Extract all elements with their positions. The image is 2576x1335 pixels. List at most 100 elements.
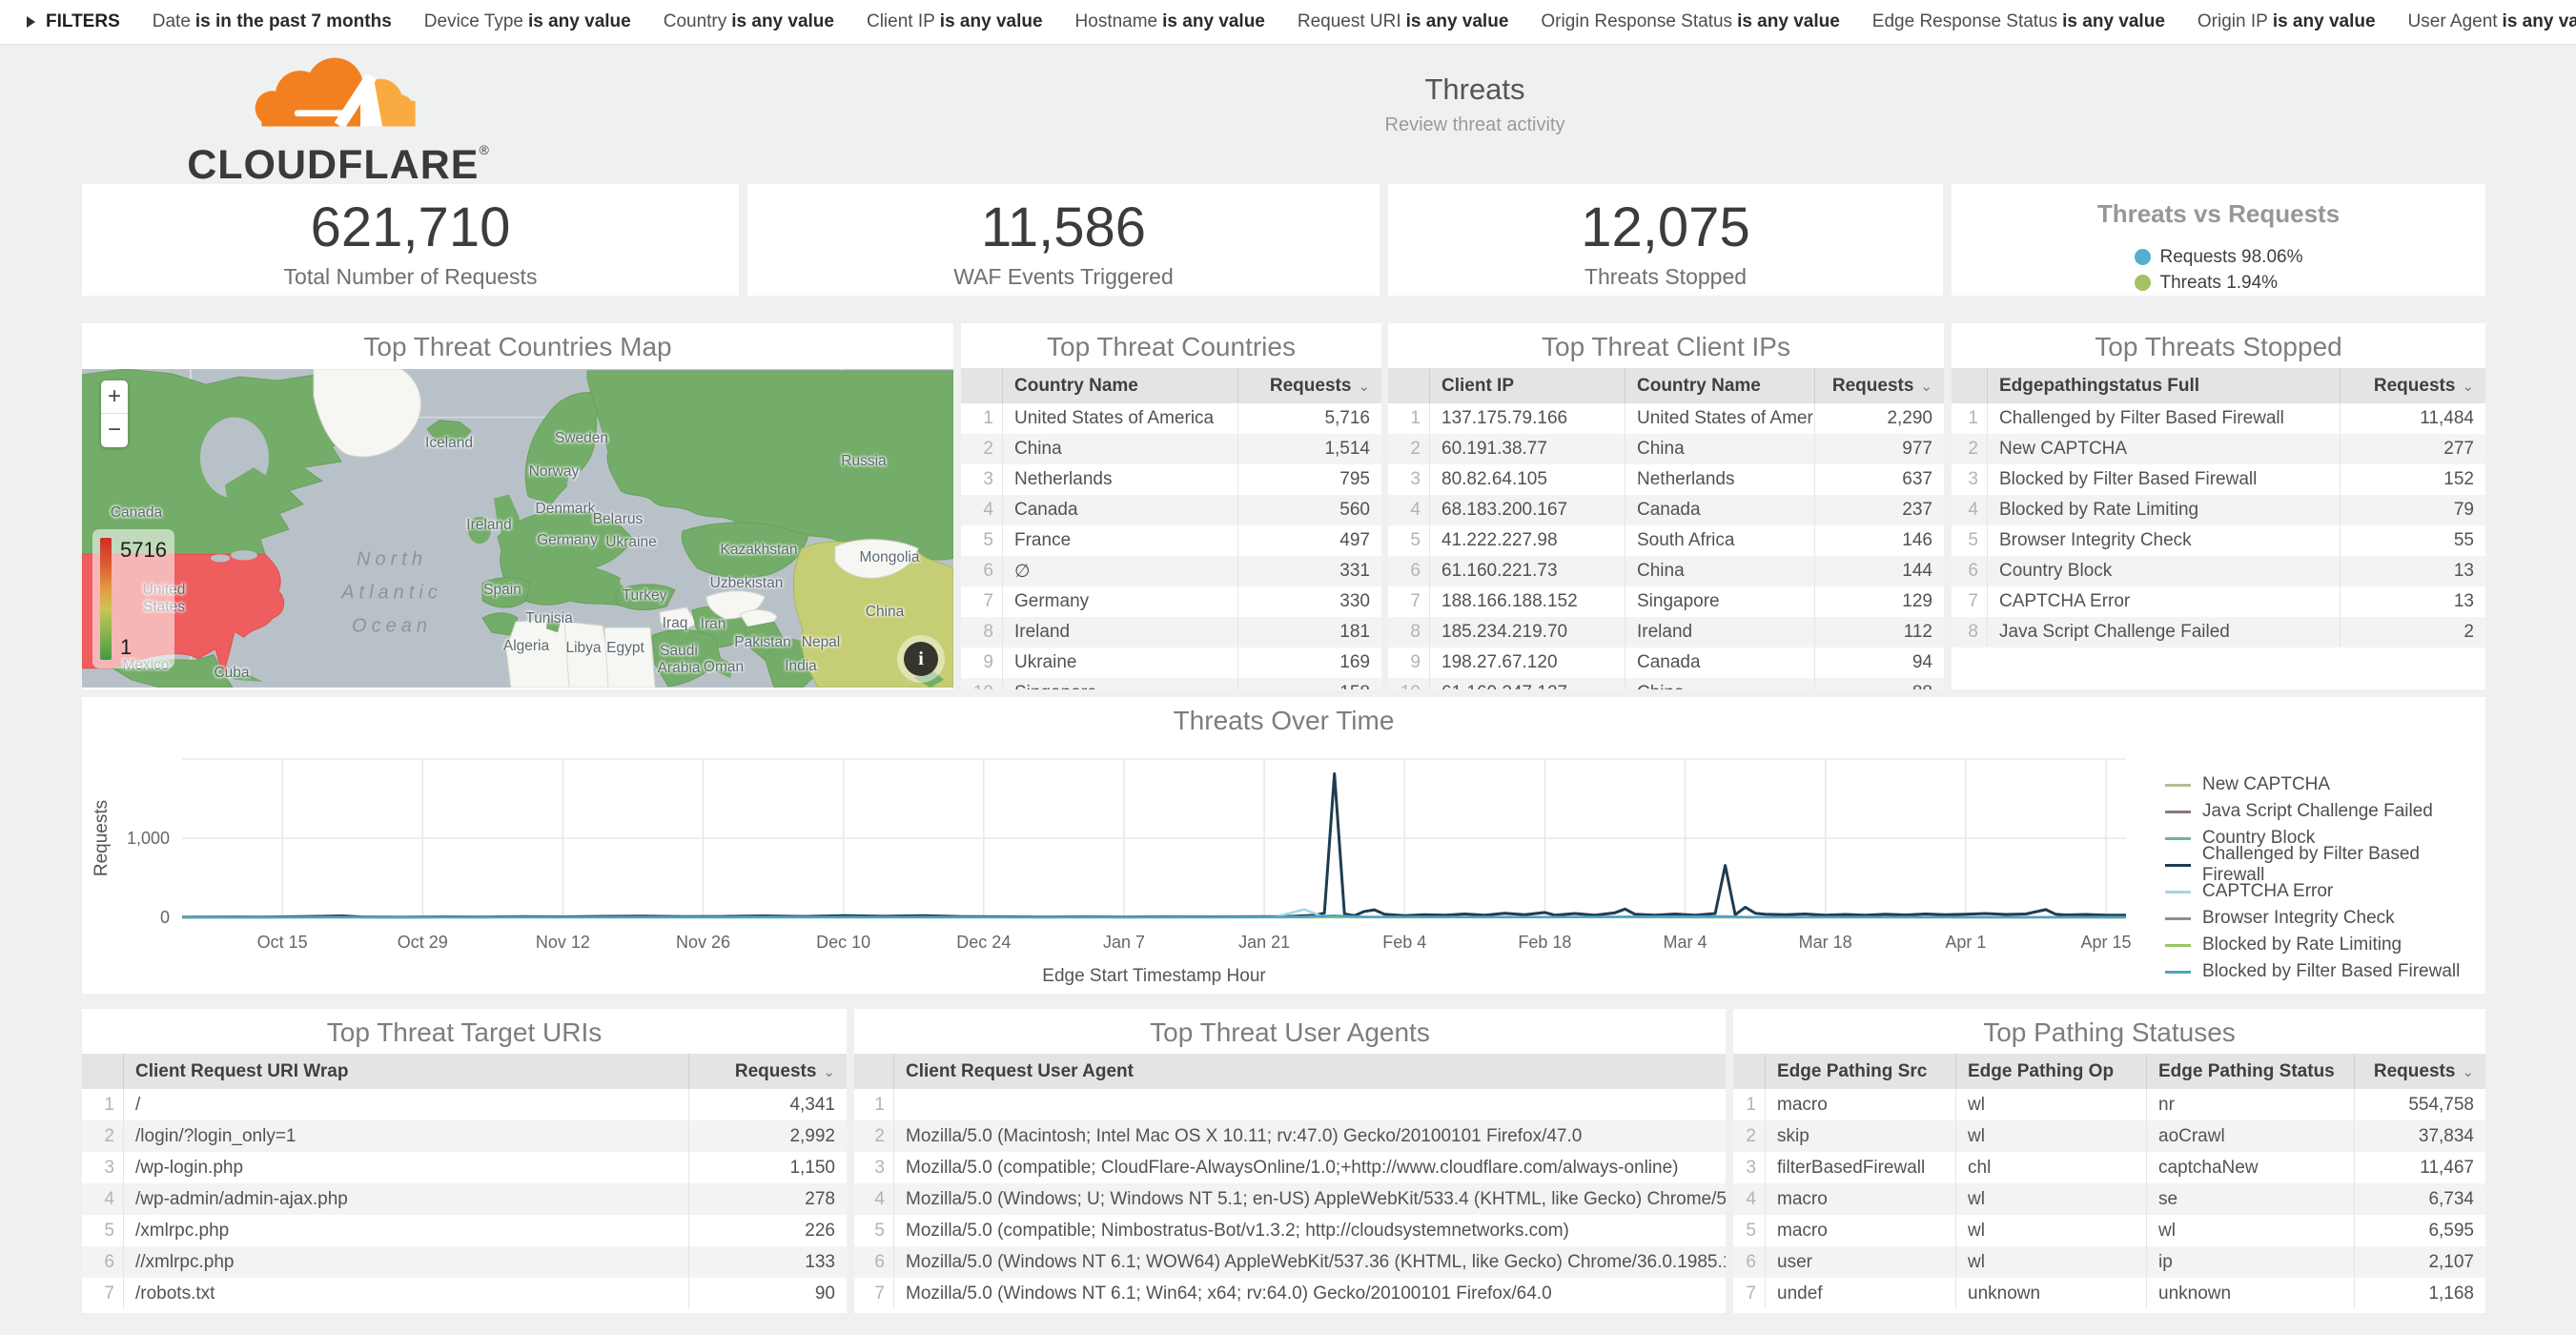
column-header[interactable]: Client Request User Agent [894, 1054, 1726, 1089]
table-row[interactable]: 3Blocked by Filter Based Firewall152 [1952, 464, 2485, 495]
column-header[interactable]: Country Name [1003, 368, 1238, 403]
table-cell: Browser Integrity Check [1988, 525, 2341, 556]
legend-line-icon [2165, 971, 2191, 974]
table-row[interactable]: 5Browser Integrity Check55 [1952, 525, 2485, 556]
filter-chip[interactable]: Countryis any value [664, 11, 834, 32]
column-header[interactable]: Requests⌄ [2355, 1054, 2485, 1089]
filter-chip[interactable]: Edge Response Statusis any value [1872, 11, 2165, 32]
table-row[interactable]: 1United States of America5,716 [961, 403, 1381, 434]
table-row[interactable]: 8185.234.219.70Ireland112 [1388, 617, 1944, 647]
table-row[interactable]: 468.183.200.167Canada237 [1388, 495, 1944, 525]
column-header[interactable]: Country Name [1625, 368, 1815, 403]
chart-legend-item[interactable]: Java Script Challenge Failed [2165, 798, 2485, 825]
table-row[interactable]: 3Netherlands795 [961, 464, 1381, 495]
table-row[interactable]: 5macrowlwl6,595 [1733, 1215, 2485, 1246]
column-header[interactable]: Edge Pathing Op [1956, 1054, 2147, 1089]
table-row[interactable]: 7Mozilla/5.0 (Windows NT 6.1; Win64; x64… [854, 1278, 1726, 1309]
map-zoom-in-button[interactable]: + [101, 380, 128, 414]
map-info-button[interactable]: i [904, 642, 938, 676]
table-row[interactable]: 6Mozilla/5.0 (Windows NT 6.1; WOW64) App… [854, 1246, 1726, 1278]
table-row[interactable]: 3/wp-login.php1,150 [82, 1152, 847, 1183]
column-header[interactable]: Edgepathingstatus Full [1988, 368, 2341, 403]
world-map-canvas[interactable] [82, 369, 953, 688]
table-row[interactable]: 1Challenged by Filter Based Firewall11,4… [1952, 403, 2485, 434]
chart-legend-item[interactable]: Blocked by Rate Limiting [2165, 932, 2485, 958]
table-row[interactable]: 7/robots.txt90 [82, 1278, 847, 1309]
table-row[interactable]: 8Java Script Challenge Failed2 [1952, 617, 2485, 647]
table-row[interactable]: 5Mozilla/5.0 (compatible; Nimbostratus-B… [854, 1215, 1726, 1246]
filter-chip[interactable]: Hostnameis any value [1075, 11, 1265, 32]
table-row[interactable]: 260.191.38.77China977 [1388, 434, 1944, 464]
column-header[interactable]: Edge Pathing Src [1766, 1054, 1956, 1089]
filters-toggle[interactable]: FILTERS [27, 11, 120, 32]
table-row[interactable]: 4/wp-admin/admin-ajax.php278 [82, 1183, 847, 1215]
filter-chip[interactable]: Client IPis any value [867, 11, 1043, 32]
table-row[interactable]: 1/4,341 [82, 1089, 847, 1120]
table-row[interactable]: 7188.166.188.152Singapore129 [1388, 586, 1944, 617]
table-cell: 137.175.79.166 [1430, 403, 1625, 434]
table-cell: 4,341 [689, 1089, 847, 1120]
column-header[interactable]: Requests⌄ [1815, 368, 1944, 403]
table-row[interactable]: 4macrowlse6,734 [1733, 1183, 2485, 1215]
chart-legend-item[interactable]: Browser Integrity Check [2165, 905, 2485, 932]
table-row[interactable]: 3filterBasedFirewallchlcaptchaNew11,467 [1733, 1152, 2485, 1183]
table-row[interactable]: 1137.175.79.166United States of America2… [1388, 403, 1944, 434]
svg-text:Oct 29: Oct 29 [398, 933, 448, 952]
column-header[interactable]: Requests⌄ [2341, 368, 2485, 403]
column-header[interactable]: Requests⌄ [1238, 368, 1381, 403]
table-row[interactable]: 9Ukraine169 [961, 647, 1381, 678]
table-row[interactable]: 2skipwlaoCrawl37,834 [1733, 1120, 2485, 1152]
table-row[interactable]: 1 [854, 1089, 1726, 1120]
filter-chip[interactable]: Dateis in the past 7 months [153, 11, 392, 32]
column-header[interactable]: Client Request URI Wrap [124, 1054, 689, 1089]
filter-chip[interactable]: Device Typeis any value [424, 11, 631, 32]
table-row[interactable]: 6Country Block13 [1952, 556, 2485, 586]
panel-title: Top Threat Client IPs [1388, 323, 1944, 363]
table-row[interactable]: 6∅331 [961, 556, 1381, 586]
filter-condition: is any value [940, 11, 1043, 31]
table-row[interactable]: 8Ireland181 [961, 617, 1381, 647]
column-header[interactable]: Requests⌄ [689, 1054, 847, 1089]
donut-legend-item[interactable]: Requests 98.06% [2135, 244, 2303, 270]
table-row[interactable]: 2/login/?login_only=12,992 [82, 1120, 847, 1152]
table-row[interactable]: 4Blocked by Rate Limiting79 [1952, 495, 2485, 525]
table-row[interactable]: 2China1,514 [961, 434, 1381, 464]
top-threats-stopped-panel: Top Threats Stopped Edgepathingstatus Fu… [1952, 323, 2485, 689]
filter-chip[interactable]: Origin IPis any value [2198, 11, 2376, 32]
chart-legend-item[interactable]: Challenged by Filter Based Firewall [2165, 852, 2485, 878]
table-row[interactable]: 6//xmlrpc.php133 [82, 1246, 847, 1278]
chart-legend-item[interactable]: Blocked by Filter Based Firewall [2165, 958, 2485, 985]
table-row[interactable]: 3Mozilla/5.0 (compatible; CloudFlare-Alw… [854, 1152, 1726, 1183]
threats-over-time-chart[interactable]: Oct 15Oct 29Nov 12Nov 26Dec 10Dec 24Jan … [82, 737, 2485, 993]
map-zoom-out-button[interactable]: − [101, 414, 128, 447]
table-row[interactable]: 2New CAPTCHA277 [1952, 434, 2485, 464]
chart-legend-item[interactable]: New CAPTCHA [2165, 771, 2485, 798]
filter-chip[interactable]: Origin Response Statusis any value [1541, 11, 1839, 32]
table-row[interactable]: 5France497 [961, 525, 1381, 556]
table-row[interactable]: 541.222.227.98South Africa146 [1388, 525, 1944, 556]
table-row[interactable]: 661.160.221.73China144 [1388, 556, 1944, 586]
filter-chip[interactable]: User Agentis any value [2408, 11, 2576, 32]
column-header[interactable]: Edge Pathing Status [2147, 1054, 2355, 1089]
table-row[interactable]: 1macrowlnr554,758 [1733, 1089, 2485, 1120]
table-row[interactable]: 380.82.64.105Netherlands637 [1388, 464, 1944, 495]
table-row[interactable]: 10Singapore158 [961, 678, 1381, 689]
filter-chip[interactable]: Request URIis any value [1298, 11, 1509, 32]
table-row[interactable]: 7Germany330 [961, 586, 1381, 617]
table-row[interactable]: 4Mozilla/5.0 (Windows; U; Windows NT 5.1… [854, 1183, 1726, 1215]
table-row[interactable]: 4Canada560 [961, 495, 1381, 525]
table-row[interactable]: 5/xmlrpc.php226 [82, 1215, 847, 1246]
column-header[interactable]: Client IP [1430, 368, 1625, 403]
table-cell: 497 [1238, 525, 1381, 556]
page-subtitle: Review threat activity [431, 114, 2519, 136]
table-row[interactable]: 6userwlip2,107 [1733, 1246, 2485, 1278]
table-row[interactable]: 9198.27.67.120Canada94 [1388, 647, 1944, 678]
table-cell: 94 [1815, 647, 1944, 678]
table-row[interactable]: 7CAPTCHA Error13 [1952, 586, 2485, 617]
donut-legend-item[interactable]: Threats 1.94% [2135, 270, 2303, 296]
world-map[interactable]: CanadaUnited StatesMexicoCubaIcelandIrel… [82, 369, 953, 688]
table-row[interactable]: 2Mozilla/5.0 (Macintosh; Intel Mac OS X … [854, 1120, 1726, 1152]
table-row[interactable]: 7undefunknownunknown1,168 [1733, 1278, 2485, 1309]
table-cell: /robots.txt [124, 1278, 689, 1309]
table-row[interactable]: 1061.160.247.127China88 [1388, 678, 1944, 689]
